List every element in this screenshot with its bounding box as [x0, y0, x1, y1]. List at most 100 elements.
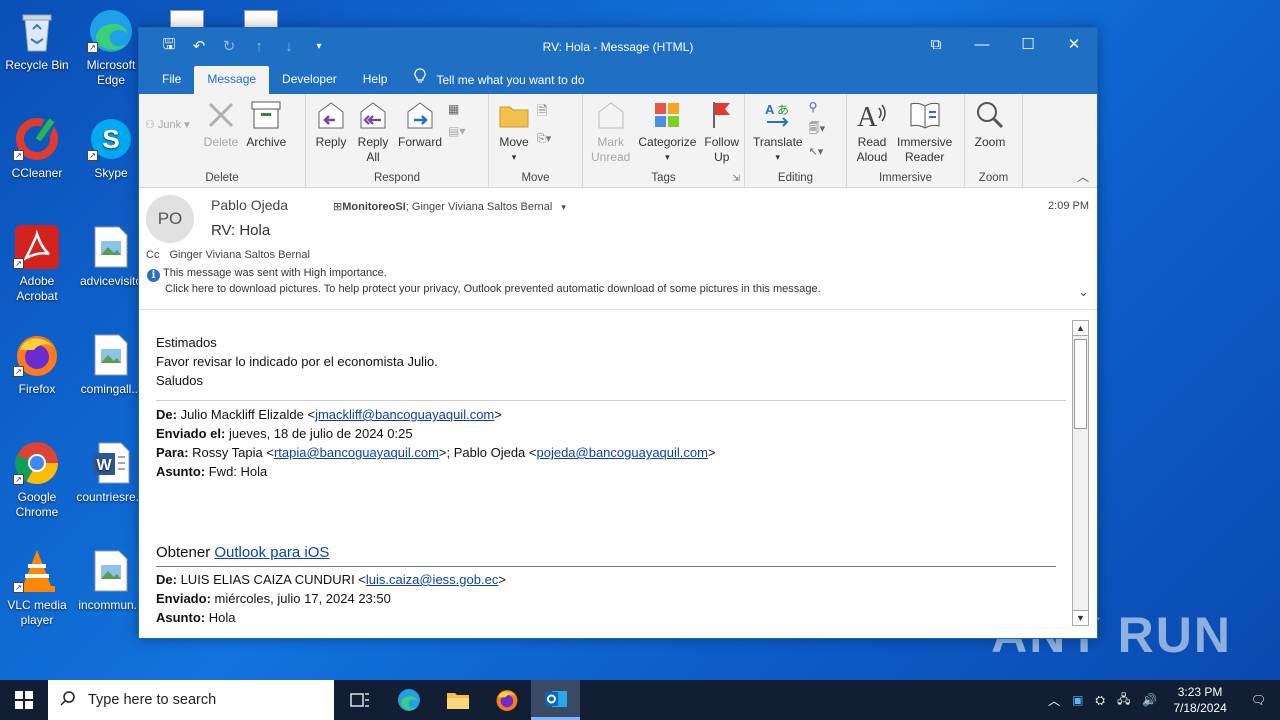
- email-link[interactable]: jmackliff@bancoguayaquil.com: [315, 407, 494, 422]
- window-controls: ⧉ — ☐ ✕: [913, 28, 1097, 64]
- reply-all-label-2: All: [366, 150, 380, 164]
- desktop-icon-skype[interactable]: S ↗ Skype: [75, 116, 147, 181]
- junk-button[interactable]: ⚇ Junk ▾: [145, 118, 190, 132]
- tab-developer[interactable]: Developer: [269, 66, 350, 94]
- desktop-icon-comingall[interactable]: comingall...: [75, 332, 147, 397]
- task-view-icon[interactable]: [335, 680, 384, 720]
- scroll-down-icon[interactable]: ▼: [1073, 610, 1088, 625]
- desktop-icon-incommun[interactable]: incommun...: [75, 548, 147, 613]
- down-arrow-icon[interactable]: ↓: [279, 38, 299, 55]
- chevron-up-icon[interactable]: ︿: [1042, 692, 1066, 709]
- immersive-reader-label-1: Immersive: [897, 135, 953, 149]
- desktop-icon-chrome[interactable]: ↗ Google Chrome: [1, 440, 73, 520]
- tab-help[interactable]: Help: [350, 66, 401, 94]
- desktop-icon-edge[interactable]: ↗ Microsoft Edge: [75, 8, 147, 88]
- minimize-button[interactable]: —: [959, 28, 1005, 64]
- outlook-message-window: 🖫 ↶ ↻ ↑ ↓ ▾ RV: Hola - Message (HTML) ⧉ …: [138, 27, 1098, 639]
- outlook-taskbar-icon[interactable]: [531, 680, 580, 720]
- forward-icon: [403, 98, 437, 132]
- chevron-down-icon: ▾: [184, 119, 190, 131]
- desktop-icon-advicevisito[interactable]: advicevisito: [75, 224, 147, 289]
- lightbulb-icon: [414, 67, 426, 93]
- scroll-thumb[interactable]: [1074, 339, 1087, 429]
- start-button[interactable]: [0, 680, 48, 720]
- save-icon[interactable]: 🖫: [159, 34, 179, 59]
- clock[interactable]: 3:23 PM 7/18/2024: [1163, 684, 1236, 716]
- avatar[interactable]: PO: [146, 195, 194, 243]
- system-tray: ︿ ▣ ⛭ 🖧 🔊 3:23 PM 7/18/2024 🗨: [1042, 680, 1280, 720]
- text: >: [494, 407, 502, 422]
- outlook-ios-link[interactable]: Outlook para iOS: [214, 544, 329, 561]
- volume-icon[interactable]: 🔊: [1136, 693, 1163, 707]
- editing-group: Aあ Translate ▾ ⚲ 🗐▾ ↖▾ Editing: [745, 94, 847, 187]
- ribbon-display-options-icon[interactable]: ⧉: [913, 28, 959, 64]
- text: jueves, 18 de julio de 2024 0:25: [228, 426, 413, 441]
- sender-name[interactable]: Pablo Ojeda: [211, 197, 288, 213]
- edge-taskbar-icon[interactable]: [384, 680, 433, 720]
- desktop-icon-acrobat[interactable]: ↗ Adobe Acrobat: [1, 224, 73, 304]
- chevron-down-icon[interactable]: ▾: [561, 202, 566, 212]
- message-time: 2:09 PM: [1048, 200, 1089, 212]
- zoom-group-label: Zoom: [978, 172, 1009, 184]
- desktop-icon-firefox[interactable]: ↗ Firefox: [1, 332, 73, 397]
- collapse-ribbon-icon[interactable]: ︿: [1077, 168, 1089, 185]
- related-icon[interactable]: 🗐▾: [809, 120, 826, 139]
- expand-group-icon[interactable]: ⊞: [333, 201, 342, 213]
- zoom-label: Zoom: [974, 135, 1006, 149]
- tab-message[interactable]: Message: [194, 66, 270, 94]
- more-respond-icon[interactable]: ▤▾: [448, 124, 465, 138]
- search-icon: [60, 690, 76, 710]
- chevron-down-icon[interactable]: ⌄: [1078, 284, 1089, 300]
- ribbon-tabs: File Message Developer Help Tell me what…: [139, 64, 1097, 94]
- customize-toolbar-icon[interactable]: ▾: [309, 41, 329, 52]
- undo-icon[interactable]: ↶: [189, 37, 209, 55]
- text: LUIS ELIAS CAIZA CUNDURI <: [180, 572, 366, 587]
- select-icon[interactable]: ↖▾: [809, 145, 826, 158]
- flag-icon: [705, 98, 739, 132]
- respond-group: Reply Reply All Forward ▦ ▤▾ Respond: [306, 94, 489, 187]
- junk-icon: ⚇: [145, 119, 155, 131]
- svg-text:W: W: [96, 457, 112, 474]
- svg-text:A: A: [765, 102, 775, 117]
- email-link[interactable]: pojeda@bancoguayaquil.com: [536, 445, 707, 460]
- actions-icon[interactable]: ⎘▾: [537, 132, 551, 146]
- onenote-icon[interactable]: 🗎: [537, 102, 551, 124]
- file-explorer-icon[interactable]: [433, 680, 482, 720]
- cc-label: Cc: [146, 249, 160, 261]
- zoom-group: Zoom Zoom: [965, 94, 1023, 187]
- email-link[interactable]: luis.caiza@iess.gob.ec: [366, 572, 498, 587]
- recipient-rest: ; Ginger Viviana Saltos Bernal: [405, 201, 553, 213]
- network-device-icon[interactable]: ⛭: [1089, 693, 1111, 708]
- vertical-scrollbar[interactable]: ▲ ▼: [1072, 320, 1089, 626]
- close-button[interactable]: ✕: [1051, 28, 1097, 64]
- search-placeholder: Type here to search: [88, 692, 217, 708]
- network-icon[interactable]: 🖧: [1111, 690, 1136, 711]
- tell-me-search[interactable]: Tell me what you want to do: [400, 66, 585, 94]
- tab-file[interactable]: File: [149, 66, 194, 94]
- up-arrow-icon[interactable]: ↑: [249, 38, 269, 55]
- outlook-tray-icon[interactable]: ▣: [1066, 693, 1089, 707]
- email-link[interactable]: rtapia@bancoguayaquil.com: [274, 445, 439, 460]
- redo-icon[interactable]: ↻: [219, 37, 239, 55]
- find-icon[interactable]: ⚲: [809, 100, 826, 114]
- info-bar[interactable]: i This message was sent with High importa…: [147, 266, 821, 296]
- desktop-icon-vlc[interactable]: ↗ VLC media player: [1, 548, 73, 628]
- maximize-button[interactable]: ☐: [1005, 28, 1051, 64]
- desktop-icon-countriesre[interactable]: W countriesre...: [75, 440, 147, 505]
- recipients[interactable]: ⊞MonitoreoSI; Ginger Viviana Saltos Bern…: [333, 200, 566, 213]
- text: >: [707, 445, 716, 460]
- shortcut-arrow-icon: ↗: [13, 474, 24, 485]
- desktop-icon-ccleaner[interactable]: ↗ CCleaner: [1, 116, 73, 181]
- text: >; Pablo Ojeda <: [438, 445, 537, 460]
- taskbar-search[interactable]: Type here to search: [48, 680, 334, 720]
- info-download-pictures[interactable]: Click here to download pictures. To help…: [147, 282, 821, 296]
- tags-group-label: Tags: [651, 172, 676, 184]
- scroll-up-icon[interactable]: ▲: [1073, 321, 1088, 336]
- firefox-taskbar-icon[interactable]: [482, 680, 531, 720]
- meeting-reply-icon[interactable]: ▦: [448, 102, 465, 116]
- notifications-icon[interactable]: 🗨: [1237, 693, 1280, 707]
- desktop-icon-recycle-bin[interactable]: Recycle Bin: [1, 8, 73, 73]
- label: Enviado:: [156, 591, 211, 606]
- folder-icon: [497, 98, 531, 132]
- cc-recipient[interactable]: Ginger Viviana Saltos Bernal: [169, 249, 309, 261]
